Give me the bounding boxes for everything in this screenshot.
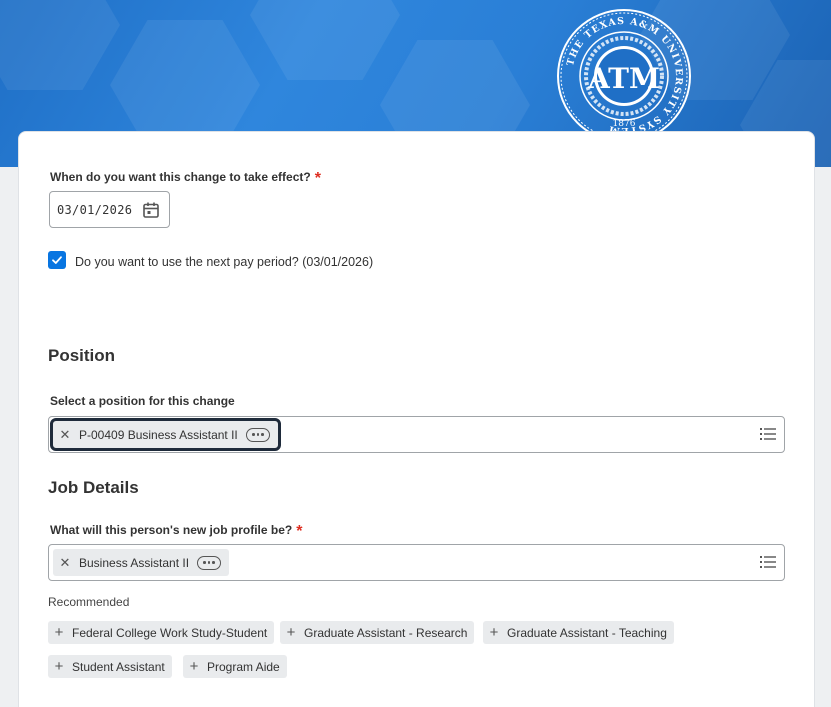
recommended-chip[interactable]: + Student Assistant (48, 655, 172, 678)
required-asterisk: * (314, 170, 321, 187)
seal-monogram: ATM (587, 62, 660, 95)
more-options-icon[interactable] (245, 427, 270, 442)
position-selected-pill[interactable]: ✕ P-00409 Business Assistant II (50, 418, 281, 451)
remove-icon[interactable]: ✕ (59, 555, 71, 571)
effective-date-value: 03/01/2026 (57, 202, 133, 217)
university-seal-logo: THE TEXAS A&M UNIVERSITY SYSTEM ATM 1876 (557, 9, 691, 143)
seal-year: 1876 (613, 119, 636, 129)
job-profile-field-label: What will this person's new job profile … (50, 523, 303, 540)
list-prompt-icon[interactable] (760, 555, 776, 569)
effective-date-label: When do you want this change to take eff… (50, 170, 321, 187)
remove-icon[interactable]: ✕ (59, 427, 71, 443)
plus-icon: + (54, 658, 64, 675)
job-details-section-title: Job Details (48, 478, 139, 497)
checkmark-icon (52, 256, 62, 264)
required-asterisk: * (296, 523, 303, 540)
plus-icon: + (54, 624, 64, 641)
calendar-icon[interactable] (142, 201, 160, 219)
recommended-chip[interactable]: + Graduate Assistant - Teaching (483, 621, 674, 644)
position-field-label: Select a position for this change (50, 394, 235, 408)
position-select-field[interactable]: ✕ P-00409 Business Assistant II (48, 416, 785, 453)
position-section-title: Position (48, 346, 116, 365)
effective-date-input[interactable]: 03/01/2026 (49, 191, 170, 228)
more-options-icon[interactable] (197, 555, 222, 570)
list-prompt-icon[interactable] (760, 427, 776, 441)
plus-icon: + (489, 624, 499, 641)
next-pay-period-label: Do you want to use the next pay period? … (75, 255, 374, 269)
job-profile-select-field[interactable]: ✕ Business Assistant II (48, 544, 785, 581)
recommended-chip[interactable]: + Program Aide (183, 655, 287, 678)
recommended-chip[interactable]: + Graduate Assistant - Research (280, 621, 475, 644)
recommended-label: Recommended (48, 595, 130, 609)
position-selected-value: P-00409 Business Assistant II (79, 427, 238, 442)
job-profile-selected-pill[interactable]: ✕ Business Assistant II (53, 549, 230, 576)
form-card: When do you want this change to take eff… (18, 131, 815, 707)
next-pay-period-checkbox[interactable] (48, 251, 66, 269)
plus-icon: + (286, 624, 296, 641)
plus-icon: + (189, 658, 199, 675)
job-profile-selected-value: Business Assistant II (79, 555, 190, 570)
recommended-chip[interactable]: + Federal College Work Study-Student (48, 621, 275, 644)
